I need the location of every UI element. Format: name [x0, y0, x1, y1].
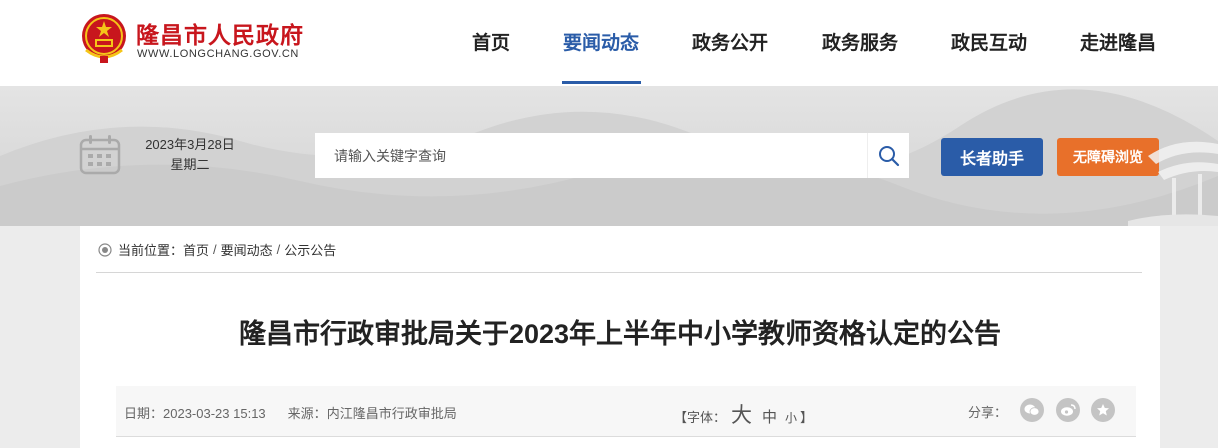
breadcrumb-notices[interactable]: 公示公告	[284, 240, 336, 259]
weekday-text: 星期二	[170, 157, 210, 172]
article-title: 隆昌市行政审批局关于2023年上半年中小学教师资格认定的公告	[238, 319, 1002, 349]
font-size-medium[interactable]: 中	[762, 406, 777, 427]
site-name: 隆昌市人民政府	[136, 22, 304, 48]
search-button[interactable]	[867, 133, 909, 178]
location-icon	[98, 242, 112, 257]
nav-active-indicator	[562, 81, 641, 84]
article-meta-bar: 日期：2023-03-23 15:13 来源：内江隆昌市行政审批局 【字体： 大 …	[116, 386, 1136, 436]
nav-item-gov-affairs-open[interactable]: 政务公开	[692, 28, 768, 55]
current-date: 2023年3月28日 星期二	[135, 135, 245, 175]
article-meta: 日期：2023-03-23 15:13 来源：内江隆昌市行政审批局	[124, 403, 457, 422]
font-size-switcher: 【字体： 大 中 小 】	[674, 399, 813, 429]
breadcrumb-home[interactable]: 首页	[183, 240, 209, 259]
wechat-icon	[1024, 404, 1040, 416]
nav-item-home[interactable]: 首页	[472, 28, 510, 55]
share-label: 分享：	[968, 405, 1008, 420]
calendar-icon	[79, 135, 121, 175]
search-input[interactable]	[315, 133, 867, 178]
breadcrumb-news[interactable]: 要闻动态	[221, 240, 273, 259]
article-source: 内江隆昌市行政审批局	[326, 406, 457, 421]
search-icon	[878, 145, 899, 166]
site-logo[interactable]: 隆昌市人民政府 WWW.LONGCHANG.GOV.CN	[80, 12, 340, 68]
breadcrumb-separator: /	[276, 242, 281, 257]
nav-item-about-longchang[interactable]: 走进隆昌	[1080, 28, 1156, 55]
source-label: 来源：	[287, 406, 327, 421]
font-size-small[interactable]: 小	[785, 409, 797, 426]
font-size-large[interactable]: 大	[731, 399, 752, 429]
nav-item-interaction[interactable]: 政民互动	[951, 28, 1027, 55]
favorite-share-button[interactable]	[1091, 398, 1115, 422]
wechat-share-button[interactable]	[1020, 398, 1044, 422]
banner: 2023年3月28日 星期二 长者助手 无障碍浏览	[0, 86, 1218, 226]
breadcrumb: 当前位置： 首页 / 要闻动态 / 公示公告	[98, 240, 336, 259]
nav-item-news[interactable]: 要闻动态	[563, 28, 639, 55]
publish-date: 2023-03-23 15:13	[163, 406, 266, 421]
nav-item-gov-services[interactable]: 政务服务	[822, 28, 898, 55]
pavilion-decoration	[1128, 141, 1218, 226]
breadcrumb-prefix: 当前位置：	[118, 243, 184, 258]
elder-assistant-button[interactable]: 长者助手	[941, 138, 1043, 176]
font-size-label: 【字体：	[674, 410, 727, 425]
weibo-share-button[interactable]	[1056, 398, 1080, 422]
breadcrumb-divider	[96, 272, 1142, 273]
site-header: 隆昌市人民政府 WWW.LONGCHANG.GOV.CN 首页 要闻动态 政务公…	[0, 0, 1218, 86]
article-container: 当前位置： 首页 / 要闻动态 / 公示公告 隆昌市行政审批局关于2023年上半…	[80, 226, 1160, 448]
meta-divider	[116, 436, 1136, 437]
search-box	[315, 133, 909, 178]
date-text: 2023年3月28日	[145, 137, 235, 152]
site-domain: WWW.LONGCHANG.GOV.CN	[137, 48, 299, 60]
date-label: 日期：	[124, 406, 164, 421]
weibo-icon	[1061, 404, 1076, 416]
favorite-icon	[1097, 404, 1109, 416]
breadcrumb-separator: /	[213, 242, 217, 257]
font-size-close: 】	[800, 410, 814, 425]
national-emblem-icon	[82, 14, 126, 63]
